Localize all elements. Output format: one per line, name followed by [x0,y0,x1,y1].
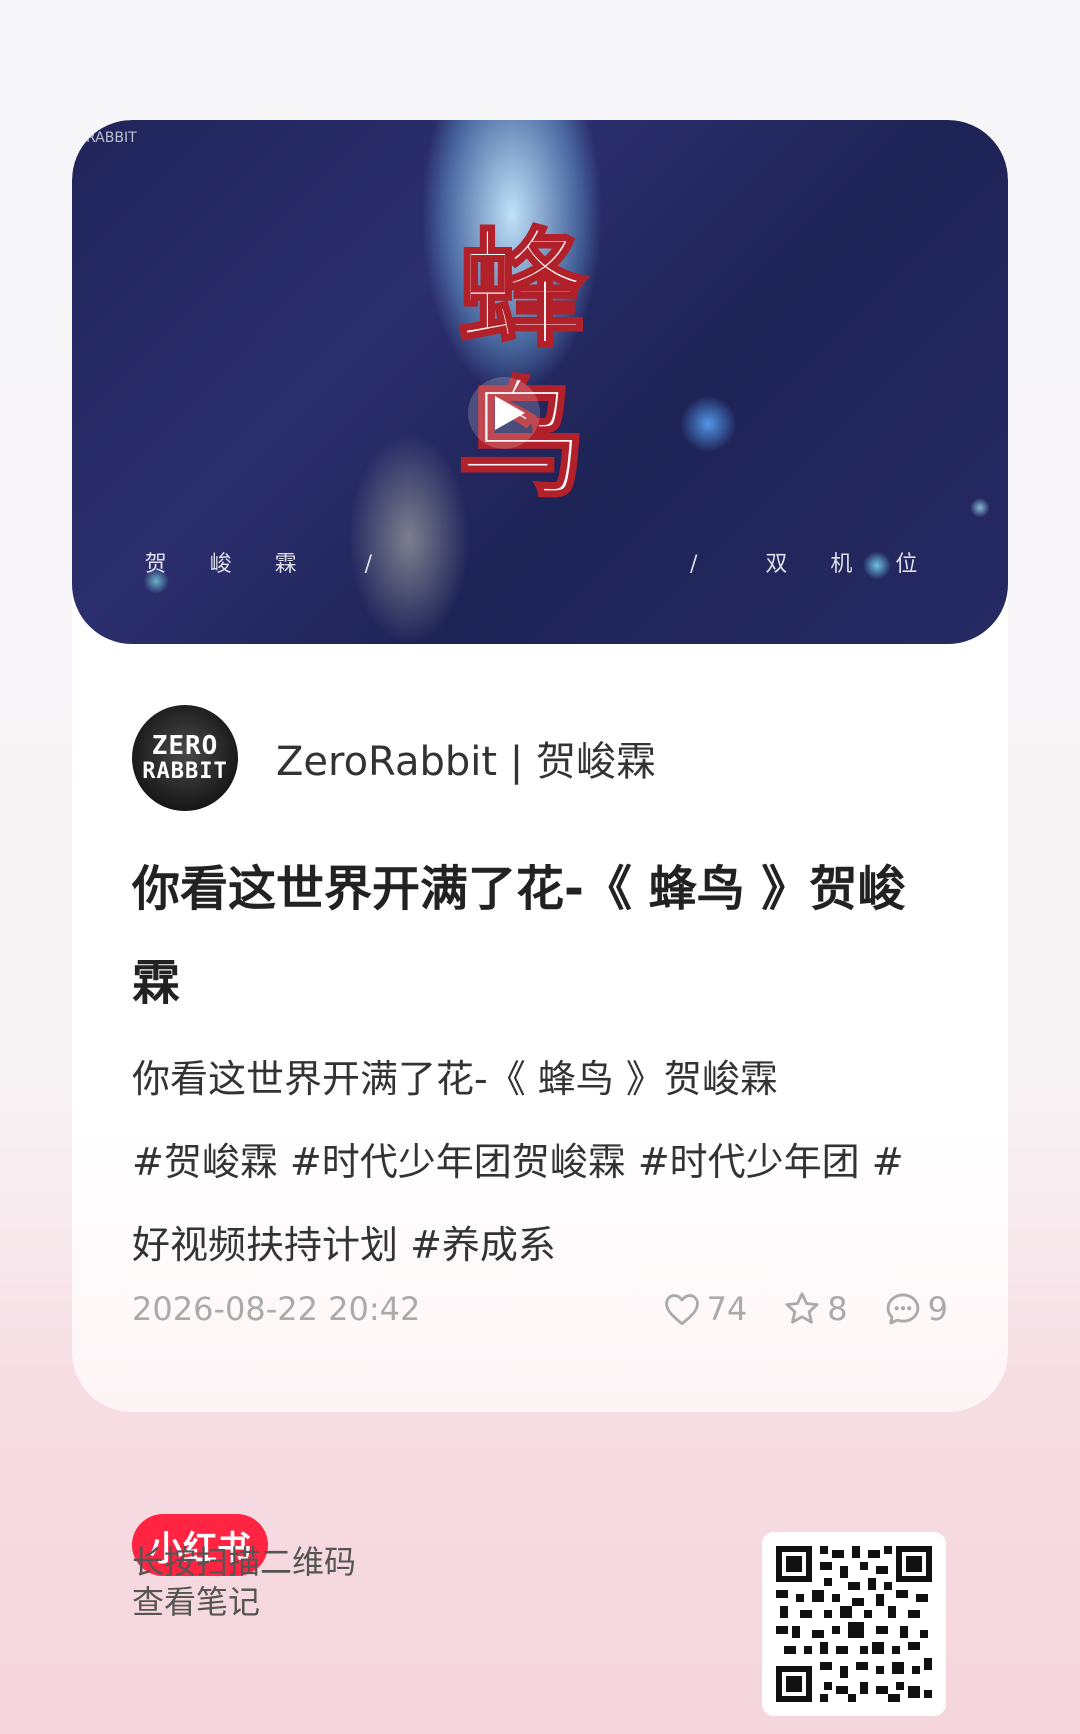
star-icon [785,1292,819,1324]
like-count[interactable]: 74 [663,1290,748,1328]
star-count-value: 8 [827,1290,848,1328]
play-icon[interactable] [468,377,540,449]
cover-subtitle: 贺 峻 霖 / / 双 机 位 [144,552,936,577]
comment-count-value: 9 [927,1290,948,1328]
comment-count[interactable]: 9 [884,1290,948,1328]
like-count-value: 74 [706,1290,748,1328]
hashtags[interactable]: #贺峻霖 #时代少年团贺峻霖 #时代少年团 #好视频扶持计划 #养成系 [132,1121,932,1287]
post-date: 2026-08-22 20:42 [132,1290,421,1328]
scan-instructions-line2: 查看笔记 [132,1583,261,1621]
avatar-text-bottom: RABBIT [142,759,228,785]
scan-instructions-line1: 长按扫描二维码 [132,1543,357,1581]
note-title: 你看这世界开满了花-《 蜂鸟 》贺峻霖 [132,861,906,1011]
scan-instructions: 长按扫描二维码 查看笔记 [132,1542,356,1622]
qr-code-icon [772,1542,936,1706]
heart-icon [664,1294,699,1326]
note-description: 你看这世界开满了花-《 蜂鸟 》贺峻霖 #贺峻霖 #时代少年团贺峻霖 #时代少年… [132,1038,932,1287]
qr-code[interactable] [762,1532,946,1716]
cover-title: 蜂 鸟 [422,214,622,517]
star-count[interactable]: 8 [783,1290,848,1328]
comment-icon [886,1293,919,1325]
avatar-text-top: ZERO [151,730,219,761]
avatar[interactable]: ZERO RABBIT [132,705,238,811]
description-text: 你看这世界开满了花-《 蜂鸟 》贺峻霖 [132,1057,778,1101]
note-meta: 2026-08-22 20:42 74 8 9 [132,1284,948,1334]
cover-watermark: RABBIT [86,130,137,146]
author-row[interactable]: ZERO RABBIT ZeroRabbit | 贺峻霖 [132,704,656,812]
note-card: RABBIT 蜂 鸟 贺 峻 霖 / / 双 机 位 ZERO RABBIT Z… [72,120,1008,1412]
cover-title-line1: 蜂 [456,214,587,367]
video-cover[interactable]: RABBIT 蜂 鸟 贺 峻 霖 / / 双 机 位 [72,120,1008,644]
author-name[interactable]: ZeroRabbit | 贺峻霖 [276,729,656,787]
